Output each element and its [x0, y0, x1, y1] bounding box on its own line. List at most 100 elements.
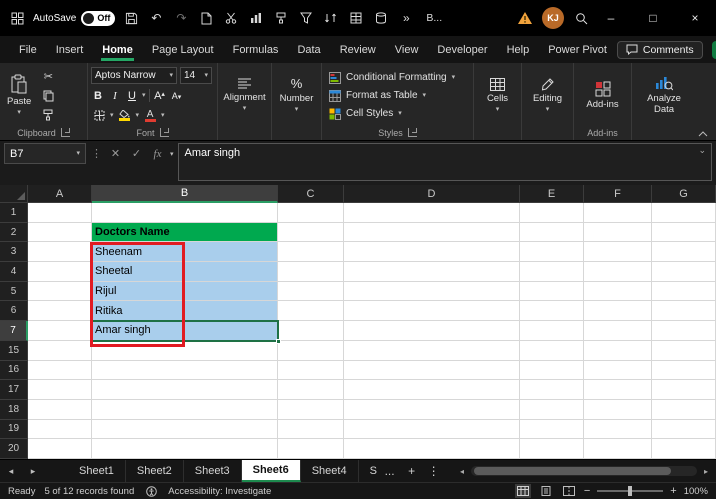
tab-page-layout[interactable]: Page Layout	[143, 39, 223, 61]
cell-f4[interactable]	[584, 262, 652, 282]
collapse-ribbon-button[interactable]	[698, 131, 708, 137]
cell-d3[interactable]	[344, 242, 520, 263]
cells-button[interactable]: Cells ▾	[483, 66, 512, 124]
cell-styles-button[interactable]: Cell Styles ▾	[325, 105, 470, 123]
cell-g1[interactable]	[652, 203, 716, 223]
cancel-entry-button[interactable]: ✕	[107, 143, 124, 164]
tab-formulas[interactable]: Formulas	[224, 39, 288, 61]
cell-c18[interactable]	[278, 399, 344, 420]
cell-f6[interactable]	[584, 301, 652, 322]
search-icon[interactable]	[572, 8, 590, 28]
table-icon[interactable]	[347, 8, 365, 28]
cell-e1[interactable]	[520, 203, 584, 223]
page-layout-view-button[interactable]	[538, 484, 554, 498]
cell-a2[interactable]	[28, 222, 92, 243]
cell-e18[interactable]	[520, 399, 584, 420]
cell-f19[interactable]	[584, 419, 652, 440]
sort-icon[interactable]	[322, 8, 340, 28]
zoom-in-button[interactable]: +	[670, 485, 676, 497]
analyze-data-button[interactable]: Analyze Data	[643, 66, 685, 124]
decrease-font-button[interactable]: A▾	[170, 90, 184, 102]
cell-g2[interactable]	[652, 222, 716, 243]
cell-e17[interactable]	[520, 380, 584, 400]
cell-a20[interactable]	[28, 439, 92, 459]
zoom-slider[interactable]	[597, 486, 664, 496]
comments-button[interactable]: Comments	[616, 40, 703, 59]
cell-e5[interactable]	[520, 281, 584, 302]
cell-g6[interactable]	[652, 301, 716, 322]
scrollbar-track[interactable]	[471, 466, 697, 476]
horizontal-scrollbar[interactable]: ◂ ▸	[452, 460, 716, 482]
cell-f17[interactable]	[584, 380, 652, 400]
cell-c19[interactable]	[278, 419, 344, 440]
conditional-formatting-button[interactable]: Conditional Formatting ▾	[325, 69, 470, 87]
close-button[interactable]: ×	[674, 0, 716, 36]
cell-c4[interactable]	[278, 262, 344, 282]
cell-f2[interactable]	[584, 222, 652, 243]
autosave-toggle[interactable]: AutoSave Off	[33, 10, 116, 26]
cell-a18[interactable]	[28, 399, 92, 420]
cell-d2[interactable]	[344, 222, 520, 243]
zoom-out-button[interactable]: −	[584, 485, 590, 497]
doctors-name-cell[interactable]: Doctors Name	[92, 222, 278, 243]
scroll-left-icon[interactable]: ◂	[455, 467, 469, 476]
tab-file[interactable]: File	[10, 39, 46, 61]
cell-d16[interactable]	[344, 360, 520, 381]
sheet-nav-left-icon[interactable]: ◂	[0, 460, 22, 482]
cell-f15[interactable]	[584, 340, 652, 361]
sheet-options-icon[interactable]: ⋮	[423, 460, 445, 482]
cell-f5[interactable]	[584, 281, 652, 302]
cell-e16[interactable]	[520, 360, 584, 381]
font-dialog-launcher[interactable]	[159, 128, 169, 137]
name-cell[interactable]: Rijul	[92, 281, 278, 302]
more-sheets-button[interactable]: ...	[379, 460, 401, 482]
tab-sheet-truncated[interactable]: S	[359, 460, 379, 482]
name-cell selected-cell[interactable]: Amar singh	[92, 321, 278, 341]
undo-icon[interactable]: ↶	[147, 8, 165, 28]
scrollbar-thumb[interactable]	[474, 467, 671, 475]
cell-b16[interactable]	[92, 360, 278, 381]
app-grid-icon[interactable]	[8, 8, 26, 28]
cell-c17[interactable]	[278, 380, 344, 400]
name-cell[interactable]: Sheenam	[92, 242, 278, 263]
cell-a4[interactable]	[28, 262, 92, 282]
warning-icon[interactable]	[516, 8, 534, 28]
minimize-button[interactable]: –	[590, 0, 632, 36]
styles-dialog-launcher[interactable]	[407, 128, 417, 137]
cell-a6[interactable]	[28, 301, 92, 322]
italic-button[interactable]: I	[108, 90, 122, 102]
column-header-c[interactable]: C	[278, 185, 344, 203]
cell-g16[interactable]	[652, 360, 716, 381]
cell-d20[interactable]	[344, 439, 520, 459]
cell-d18[interactable]	[344, 399, 520, 420]
tab-developer[interactable]: Developer	[428, 39, 496, 61]
cell-c2[interactable]	[278, 222, 344, 243]
number-button[interactable]: % Number ▾	[276, 66, 318, 124]
addins-button[interactable]: Add-ins	[582, 66, 622, 124]
row-header-15[interactable]: 15	[0, 340, 28, 361]
clipboard-dialog-launcher[interactable]	[60, 128, 70, 137]
cell-f1[interactable]	[584, 203, 652, 223]
cell-e2[interactable]	[520, 222, 584, 243]
cell-b17[interactable]	[92, 380, 278, 400]
row-header-3[interactable]: 3	[0, 242, 28, 263]
cell-a19[interactable]	[28, 419, 92, 440]
cell-d19[interactable]	[344, 419, 520, 440]
cell-c15[interactable]	[278, 340, 344, 361]
column-header-f[interactable]: F	[584, 185, 652, 203]
row-header-17[interactable]: 17	[0, 380, 28, 400]
cell-b15[interactable]	[92, 340, 278, 361]
cell-g18[interactable]	[652, 399, 716, 420]
row-header-7[interactable]: 7	[0, 321, 28, 341]
database-icon[interactable]	[372, 8, 390, 28]
row-header-4[interactable]: 4	[0, 262, 28, 282]
tab-sheet6[interactable]: Sheet6	[241, 460, 301, 482]
row-header-19[interactable]: 19	[0, 419, 28, 440]
cell-e20[interactable]	[520, 439, 584, 459]
cell-f16[interactable]	[584, 360, 652, 381]
cell-d7[interactable]	[344, 321, 520, 341]
increase-font-button[interactable]: A▴	[153, 90, 167, 102]
cell-d4[interactable]	[344, 262, 520, 282]
row-header-20[interactable]: 20	[0, 439, 28, 459]
underline-button[interactable]: U	[125, 90, 139, 102]
